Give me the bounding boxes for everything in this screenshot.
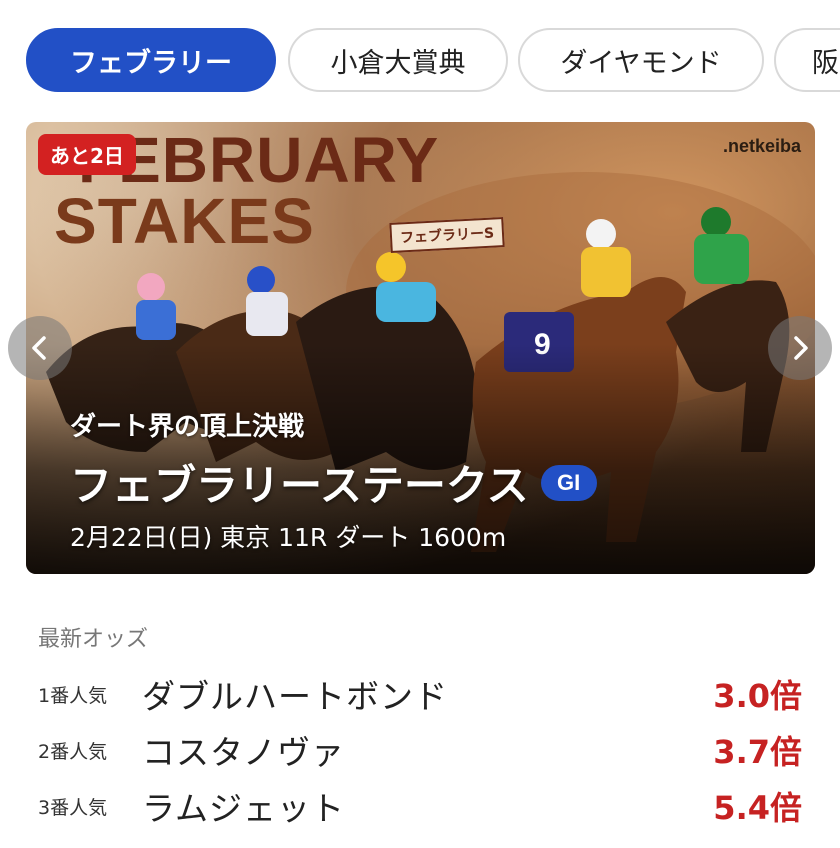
prev-slide-button[interactable] xyxy=(8,316,72,380)
next-slide-button[interactable] xyxy=(768,316,832,380)
race-banner[interactable]: 9 FEBRUARY STAKES フェブラリーS あと2日 .netkeiba… xyxy=(26,122,815,574)
race-title: フェブラリーステークス xyxy=(70,461,529,510)
chevron-left-icon xyxy=(32,336,46,360)
horse-name: ラムジェット xyxy=(142,789,346,828)
netkeiba-logo: .netkeiba xyxy=(722,136,801,156)
tab-kokura[interactable]: 小倉大賞典 xyxy=(288,28,508,92)
horse-name: コスタノヴァ xyxy=(142,733,346,772)
tab-diamond[interactable]: ダイヤモンド xyxy=(518,28,764,92)
race-info: 2月22日(日) 東京 11R ダート 1600m xyxy=(70,523,507,552)
odds-rank: 2番人気 xyxy=(38,740,108,763)
days-left-badge: あと2日 xyxy=(38,134,136,175)
race-title-row: フェブラリーステークス GI xyxy=(70,452,597,513)
odds-row[interactable]: 2番人気 コスタノヴァ 3.7倍 xyxy=(38,724,802,776)
odds-value: 3.0倍 xyxy=(713,677,802,715)
odds-row[interactable]: 1番人気 ダブルハートボンド 3.0倍 xyxy=(38,668,802,720)
odds-rank: 1番人気 xyxy=(38,684,108,707)
race-subtitle: ダート界の頂上決戦 xyxy=(70,412,305,442)
horse-name: ダブルハートボンド xyxy=(142,677,448,716)
tab-hanshin[interactable]: 阪 xyxy=(774,28,840,92)
odds-heading: 最新オッズ xyxy=(38,627,149,652)
odds-value: 5.4倍 xyxy=(713,789,802,827)
odds-value: 3.7倍 xyxy=(713,733,802,771)
odds-rank: 3番人気 xyxy=(38,796,108,819)
odds-row[interactable]: 3番人気 ラムジェット 5.4倍 xyxy=(38,780,802,832)
grade-badge: GI xyxy=(540,464,597,501)
stakes-logo-tag: フェブラリーS xyxy=(389,217,505,253)
tab-february[interactable]: フェブラリー xyxy=(26,28,276,92)
race-tabs: フェブラリー 小倉大賞典 ダイヤモンド 阪 xyxy=(0,0,840,110)
chevron-right-icon xyxy=(794,336,808,360)
